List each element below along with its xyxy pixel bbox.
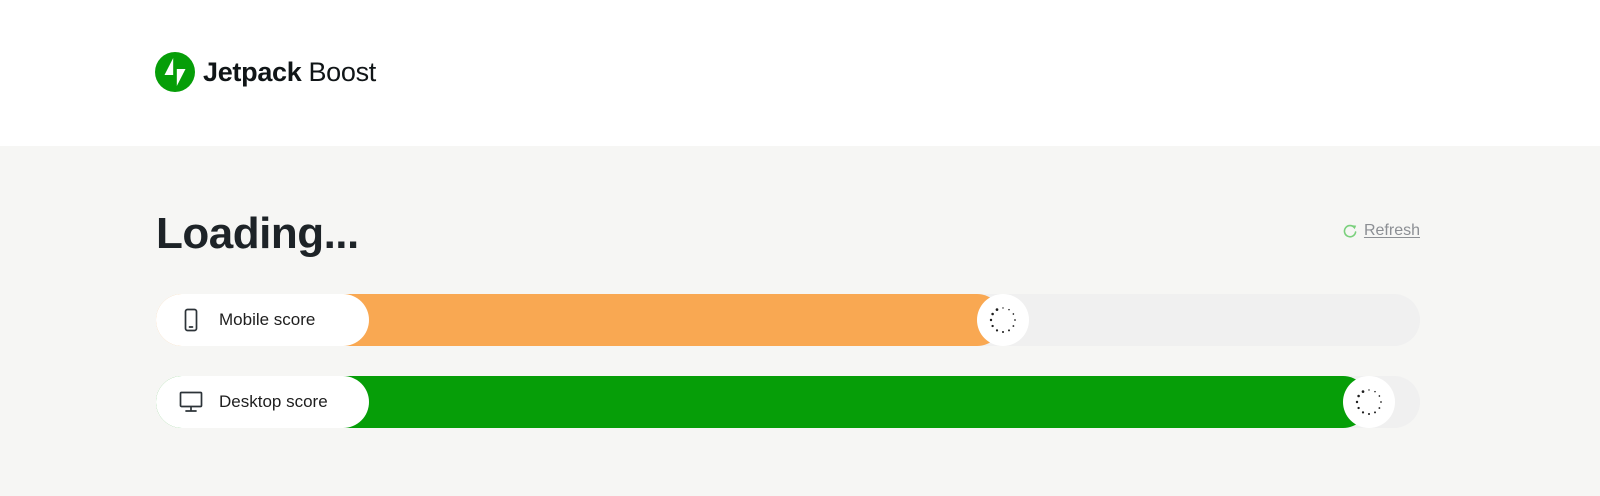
spinner-dot	[1380, 401, 1382, 403]
spinner-dot	[1001, 330, 1005, 334]
spinner-dot	[1378, 395, 1381, 397]
page-title: Loading...	[156, 209, 359, 258]
score-panel: Loading... Refresh Mobile score Desktop …	[0, 146, 1600, 496]
brand-product: Boost	[308, 57, 377, 87]
jetpack-bolt-icon	[155, 52, 195, 92]
spinner-dot	[1014, 319, 1016, 321]
desktop-score-bar: Desktop score	[156, 376, 1420, 428]
desktop-score-text: Desktop score	[219, 392, 328, 411]
spinner-dot	[1378, 407, 1381, 409]
spinner-dot	[989, 318, 993, 322]
spinner-dot	[1361, 390, 1365, 393]
spinner-dot	[1008, 329, 1010, 332]
mobile-score-label: Mobile score	[156, 294, 369, 346]
brand-name: Jetpack	[203, 57, 302, 87]
mobile-score-spinner	[977, 294, 1029, 346]
spinner-dot	[991, 312, 994, 316]
mobile-score-text: Mobile score	[219, 310, 316, 329]
spinner-dot	[1374, 411, 1376, 414]
spinner-dot	[1008, 308, 1010, 311]
spinner-dot	[991, 324, 994, 328]
desktop-score-label: Desktop score	[156, 376, 369, 428]
spinner-dot	[1012, 313, 1015, 315]
refresh-button[interactable]: Refresh	[1342, 220, 1420, 242]
loading-spinner-icon	[989, 307, 1016, 334]
spinner-dot	[1374, 390, 1376, 393]
spinner-dot	[1012, 325, 1015, 327]
refresh-label: Refresh	[1363, 222, 1420, 239]
spinner-dot	[1361, 411, 1365, 414]
spinner-dot	[1368, 389, 1370, 391]
smartphone-icon	[184, 308, 198, 332]
mobile-score-bar: Mobile score	[156, 294, 1420, 346]
desktop-score-spinner	[1343, 376, 1395, 428]
jetpack-boost-logo: Jetpack Boost	[155, 51, 376, 93]
spinner-dot	[995, 329, 999, 332]
header: Jetpack Boost	[0, 0, 1600, 146]
spinner-dot	[1367, 412, 1371, 416]
spinner-dot	[995, 308, 999, 311]
spinner-dot	[1355, 400, 1359, 404]
spinner-dot	[1002, 307, 1004, 309]
desktop-monitor-icon	[179, 391, 203, 412]
refresh-icon	[1343, 224, 1357, 238]
loading-spinner-icon	[1355, 389, 1382, 416]
spinner-dot	[1357, 406, 1360, 410]
spinner-dot	[1357, 394, 1360, 398]
